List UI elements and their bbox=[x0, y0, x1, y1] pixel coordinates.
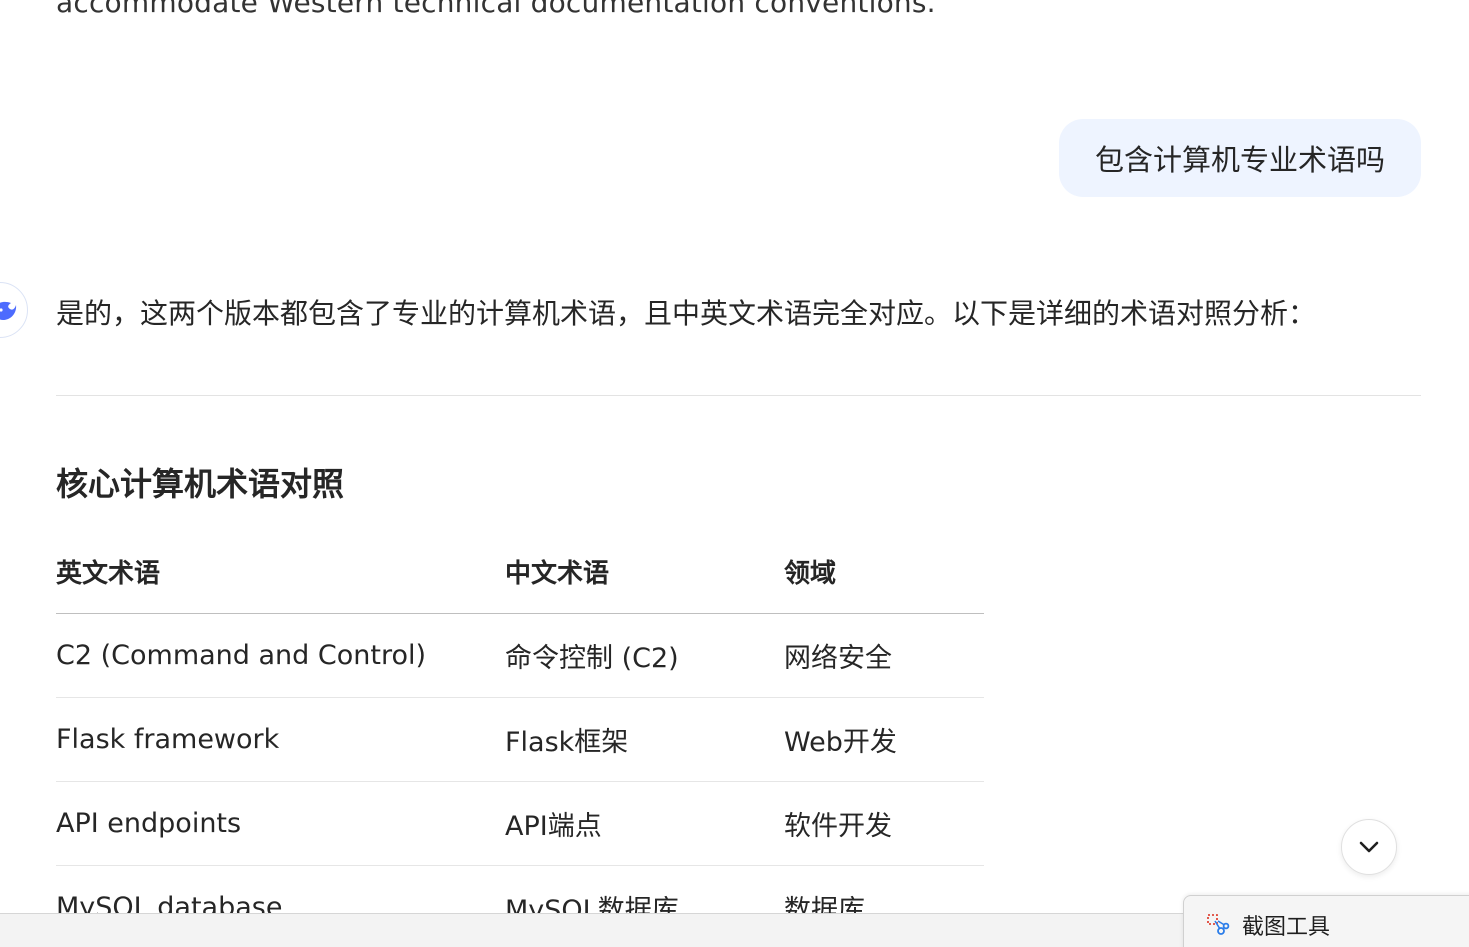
assistant-avatar bbox=[0, 282, 28, 338]
chat-page: accommodate Western technical documentat… bbox=[0, 0, 1469, 947]
previous-message-text: accommodate Western technical documentat… bbox=[56, 0, 936, 19]
section-heading: 核心计算机术语对照 bbox=[56, 465, 345, 503]
table-cell: API endpoints bbox=[56, 781, 505, 866]
table-cell: C2 (Command and Control) bbox=[56, 613, 505, 698]
table-cell: 网络安全 bbox=[784, 613, 984, 698]
header-domain: 领域 bbox=[784, 530, 984, 614]
table-cell: Flask框架 bbox=[505, 697, 784, 782]
snipping-tool-taskbar-item[interactable]: 截图工具 bbox=[1183, 895, 1469, 947]
table-row: Flask framework Flask框架 Web开发 bbox=[56, 697, 984, 782]
terms-table: 英文术语 中文术语 领域 C2 (Command and Control) 命令… bbox=[56, 530, 984, 947]
table-cell: 命令控制 (C2) bbox=[505, 613, 784, 698]
table-row: C2 (Command and Control) 命令控制 (C2) 网络安全 bbox=[56, 613, 984, 698]
table-cell: 软件开发 bbox=[784, 781, 984, 866]
user-message-text: 包含计算机专业术语吗 bbox=[1094, 143, 1385, 177]
table-cell: API端点 bbox=[505, 781, 784, 866]
table-cell: Flask framework bbox=[56, 697, 505, 782]
user-message-bubble: 包含计算机专业术语吗 bbox=[1058, 119, 1421, 197]
whale-logo-icon bbox=[0, 301, 17, 320]
chevron-down-icon bbox=[1359, 841, 1379, 853]
assistant-intro-text: 是的，这两个版本都包含了专业的计算机术语，且中英文术语完全对应。以下是详细的术语… bbox=[56, 297, 1317, 330]
table-header-row: 英文术语 中文术语 领域 bbox=[56, 530, 984, 614]
table-cell: Web开发 bbox=[784, 697, 984, 782]
header-chinese-term: 中文术语 bbox=[505, 530, 784, 614]
header-english-term: 英文术语 bbox=[56, 530, 505, 614]
snipping-tool-label: 截图工具 bbox=[1242, 915, 1331, 940]
scroll-to-bottom-button[interactable] bbox=[1341, 819, 1397, 875]
divider bbox=[56, 395, 1421, 396]
table-row: API endpoints API端点 软件开发 bbox=[56, 781, 984, 866]
scissors-icon bbox=[1207, 914, 1230, 935]
